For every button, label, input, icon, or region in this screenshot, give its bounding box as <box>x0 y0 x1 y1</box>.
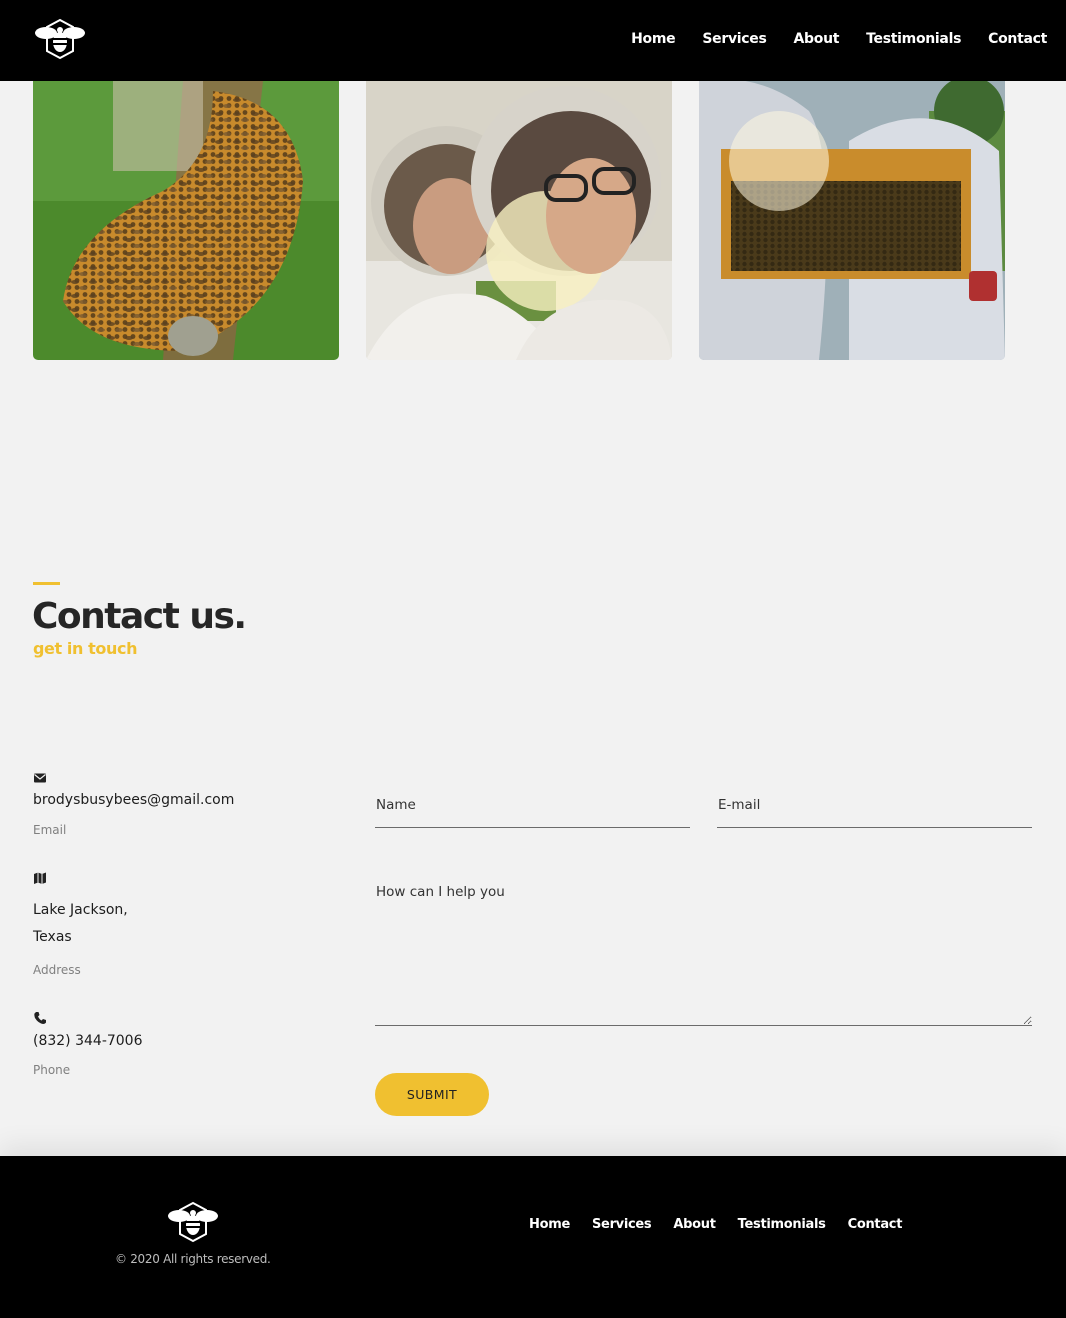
phone-icon <box>34 1012 46 1024</box>
message-textarea[interactable] <box>375 880 1032 1026</box>
footer-nav-testimonials[interactable]: Testimonials <box>738 1217 826 1232</box>
footer-nav-services[interactable]: Services <box>592 1217 652 1232</box>
email-field[interactable] <box>717 782 1032 828</box>
phone-label: Phone <box>33 1063 71 1077</box>
nav-about[interactable]: About <box>794 31 840 47</box>
address-line-1: Lake Jackson, <box>33 902 128 918</box>
bee-logo-icon[interactable] <box>35 18 85 60</box>
footer-nav-home[interactable]: Home <box>529 1217 570 1232</box>
footer-nav-about[interactable]: About <box>673 1217 716 1232</box>
nav-contact[interactable]: Contact <box>988 31 1047 47</box>
footer-nav-contact[interactable]: Contact <box>848 1217 903 1232</box>
photo-beekeepers-frame <box>699 81 1005 360</box>
nav-home[interactable]: Home <box>631 31 676 47</box>
nav-services[interactable]: Services <box>702 31 766 47</box>
email-value[interactable]: brodysbusybees@gmail.com <box>33 787 234 814</box>
email-label: Email <box>33 823 67 837</box>
address-line-2: Texas <box>33 929 72 945</box>
main-nav: Home Services About Testimonials Contact <box>631 31 1047 47</box>
bee-logo-icon[interactable] <box>168 1201 218 1243</box>
photo-beekeepers-selfie <box>366 81 672 360</box>
submit-button[interactable]: SUBMIT <box>375 1073 489 1116</box>
map-icon <box>34 872 46 884</box>
copyright-text: © 2020 All rights reserved. <box>115 1252 271 1266</box>
phone-value[interactable]: (832) 344-7006 <box>33 1028 143 1055</box>
contact-subtitle: get in touch <box>33 639 138 658</box>
address-label: Address <box>33 963 81 977</box>
footer: © 2020 All rights reserved. Home Service… <box>0 1156 1066 1318</box>
envelope-icon <box>34 773 46 783</box>
name-field[interactable] <box>375 782 690 828</box>
footer-nav: Home Services About Testimonials Contact <box>529 1217 902 1232</box>
nav-testimonials[interactable]: Testimonials <box>866 31 961 47</box>
top-navbar: Home Services About Testimonials Contact <box>0 0 1066 81</box>
section-accent-line <box>33 582 60 585</box>
photo-honeycomb <box>33 81 339 360</box>
contact-title: Contact us. <box>32 596 247 637</box>
